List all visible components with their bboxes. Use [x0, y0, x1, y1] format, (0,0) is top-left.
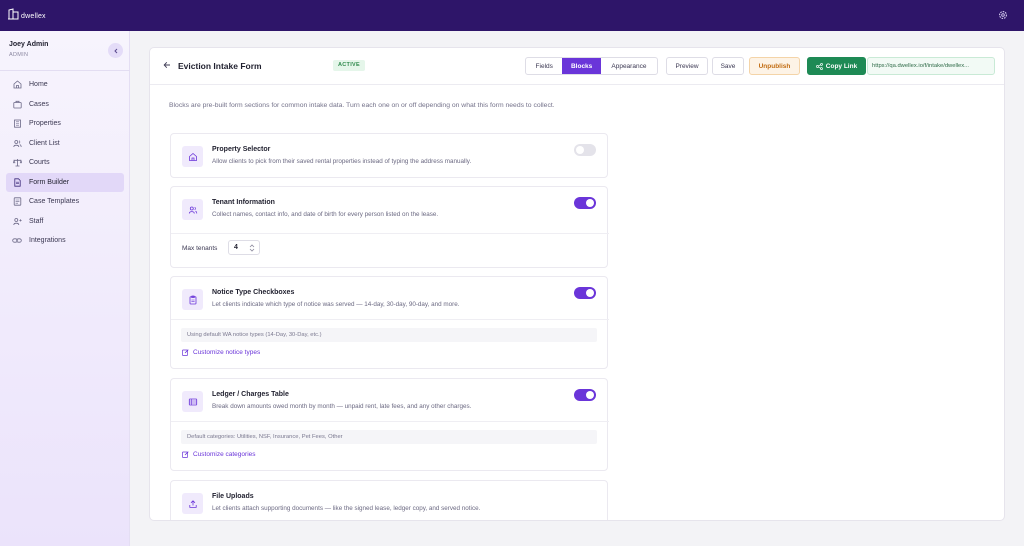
block-title: Tenant Information — [212, 199, 275, 206]
block-description: Let clients indicate which type of notic… — [212, 301, 460, 308]
table-icon — [182, 391, 203, 412]
sidebar-item-label: Case Templates — [29, 198, 80, 206]
block-tenant-information: Tenant Information Collect names, contac… — [170, 186, 609, 268]
logo-text: dwellex — [21, 13, 46, 20]
customize-categories-link[interactable]: Customize categories — [182, 451, 256, 458]
block-title: Property Selector — [212, 146, 271, 153]
document-icon — [12, 177, 22, 187]
form-editor-card: Eviction Intake Form ACTIVE Fields Block… — [149, 47, 1005, 521]
form-link-field[interactable]: https://qa.dwellex.io/f/intake/dwellex..… — [867, 57, 995, 75]
sidebar-item-label: Client List — [29, 139, 60, 147]
preview-button[interactable]: Preview — [666, 57, 708, 75]
collapse-sidebar-button[interactable] — [108, 43, 123, 58]
tab-fields[interactable]: Fields — [526, 58, 562, 74]
sidebar-item-label: Cases — [29, 100, 49, 108]
block-property-selector: Property Selector Allow clients to pick … — [170, 133, 608, 178]
sidebar-nav: Home Cases Properties Client List Courts… — [6, 75, 124, 251]
toggle-knob — [576, 146, 584, 154]
toggle-knob — [586, 391, 594, 399]
blocks-intro-text: Blocks are pre-built form sections for c… — [169, 102, 555, 109]
edit-icon — [182, 451, 189, 458]
home-icon — [182, 146, 203, 167]
top-bar: dwellex — [0, 0, 1024, 31]
block-title: Ledger / Charges Table — [212, 391, 289, 398]
template-icon — [12, 197, 22, 207]
sidebar-item-cases[interactable]: Cases — [6, 95, 124, 115]
block-ledger-charges-table: Ledger / Charges Table Break down amount… — [170, 378, 609, 471]
clipboard-icon — [182, 289, 203, 310]
users-icon — [182, 199, 203, 220]
block-description: Break down amounts owed month by month —… — [212, 403, 472, 410]
upload-icon — [182, 493, 203, 514]
block-description: Let clients attach supporting documents … — [212, 505, 481, 512]
copy-link-label: Copy Link — [825, 62, 858, 70]
block-divider — [171, 319, 609, 320]
building-icon — [12, 119, 22, 129]
sidebar-item-label: Properties — [29, 120, 61, 128]
page-title: Eviction Intake Form — [178, 61, 262, 71]
sidebar: Joey Admin ADMIN Home Cases Properties C… — [0, 31, 130, 546]
ledger-table-toggle[interactable] — [574, 389, 596, 401]
block-title: File Uploads — [212, 493, 254, 500]
sidebar-divider — [0, 70, 130, 71]
link-icon — [12, 236, 22, 246]
settings-gear-icon[interactable] — [998, 10, 1008, 22]
sidebar-item-label: Staff — [29, 217, 44, 225]
block-notice-type-checkboxes: Notice Type Checkboxes Let clients indic… — [170, 276, 609, 369]
property-selector-toggle[interactable] — [574, 144, 596, 156]
user-role: ADMIN — [9, 52, 29, 58]
editor-tabs: Fields Blocks Appearance — [525, 57, 658, 75]
back-arrow-icon[interactable] — [163, 61, 171, 71]
tenant-information-toggle[interactable] — [574, 197, 596, 209]
app-logo[interactable]: dwellex — [8, 8, 46, 20]
block-file-uploads: File Uploads Let clients attach supporti… — [170, 480, 608, 520]
notice-types-info: Using default WA notice types (14-Day, 3… — [181, 328, 597, 342]
max-tenants-stepper[interactable]: 4 — [228, 240, 260, 255]
block-divider — [171, 233, 609, 234]
toggle-knob — [586, 199, 594, 207]
max-tenants-label: Max tenants — [182, 245, 218, 252]
sidebar-item-case-templates[interactable]: Case Templates — [6, 192, 124, 212]
tab-blocks[interactable]: Blocks — [562, 58, 601, 74]
users-icon — [12, 138, 22, 148]
user-name: Joey Admin — [9, 41, 49, 48]
block-description: Allow clients to pick from their saved r… — [212, 158, 472, 165]
stepper-arrows-icon[interactable] — [248, 243, 256, 253]
sidebar-item-form-builder[interactable]: Form Builder — [6, 172, 124, 192]
sidebar-item-integrations[interactable]: Integrations — [6, 231, 124, 251]
block-description: Collect names, contact info, and date of… — [212, 211, 439, 218]
sidebar-item-staff[interactable]: Staff — [6, 212, 124, 232]
scale-icon — [12, 158, 22, 168]
block-divider — [171, 421, 609, 422]
copy-link-button[interactable]: Copy Link — [807, 57, 866, 75]
chevron-left-icon — [113, 48, 117, 53]
block-title: Notice Type Checkboxes — [212, 289, 295, 296]
staff-icon — [12, 216, 22, 226]
link-label: Customize notice types — [193, 349, 261, 356]
max-tenants-value: 4 — [234, 244, 238, 251]
unpublish-button[interactable]: Unpublish — [749, 57, 800, 75]
notice-type-toggle[interactable] — [574, 287, 596, 299]
sidebar-item-client-list[interactable]: Client List — [6, 134, 124, 154]
share-icon — [815, 62, 823, 70]
sidebar-item-properties[interactable]: Properties — [6, 114, 124, 134]
edit-icon — [182, 349, 189, 356]
form-header: Eviction Intake Form ACTIVE Fields Block… — [150, 48, 1004, 85]
briefcase-icon — [12, 99, 22, 109]
home-icon — [12, 80, 22, 90]
save-button[interactable]: Save — [712, 57, 744, 75]
logo-mark-icon — [8, 8, 19, 20]
sidebar-item-label: Form Builder — [29, 178, 70, 186]
status-badge: ACTIVE — [333, 60, 365, 71]
sidebar-item-label: Integrations — [29, 237, 66, 245]
link-label: Customize categories — [193, 451, 256, 458]
sidebar-item-label: Home — [29, 81, 48, 89]
sidebar-item-label: Courts — [29, 159, 50, 167]
tab-appearance[interactable]: Appearance — [601, 58, 657, 74]
ledger-categories-info: Default categories: Utilities, NSF, Insu… — [181, 430, 597, 444]
customize-notice-types-link[interactable]: Customize notice types — [182, 349, 260, 356]
toggle-knob — [586, 289, 594, 297]
sidebar-item-courts[interactable]: Courts — [6, 153, 124, 173]
sidebar-item-home[interactable]: Home — [6, 75, 124, 95]
